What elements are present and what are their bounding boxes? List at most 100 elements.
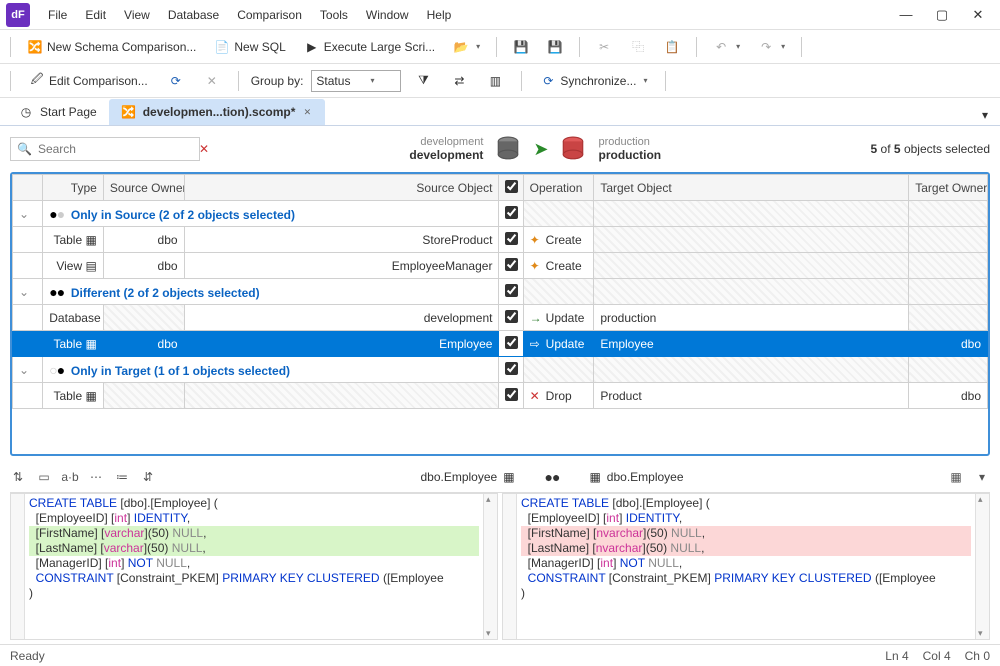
document-tabs: ◷ Start Page 🔀 developmen...tion).scomp*… (0, 98, 1000, 126)
diff-menu-icon[interactable]: ▾ (974, 469, 990, 485)
save-all-icon: 💾 (547, 39, 563, 55)
menu-tools[interactable]: Tools (312, 4, 356, 26)
diff-sort-icon[interactable]: ⇵ (140, 469, 156, 485)
tab-overflow-button[interactable]: ▾ (976, 105, 994, 125)
report-button[interactable]: ▥ (481, 70, 509, 92)
filter-button[interactable]: ⧩ (409, 70, 437, 92)
update-icon: → (530, 311, 544, 325)
group-different[interactable]: ⌄ ●● Different (2 of 2 objects selected) (13, 279, 988, 305)
group-checkbox[interactable] (505, 362, 518, 375)
paste-button[interactable]: 📋 (658, 36, 686, 58)
execute-large-script-button[interactable]: ▶ Execute Large Scri... (298, 36, 441, 58)
table-icon: ▦ (589, 470, 600, 484)
sync-icon: ⟳ (540, 73, 556, 89)
col-target-object[interactable]: Target Object (594, 175, 909, 201)
app-icon: dF (6, 3, 30, 27)
swap-button[interactable]: ⇄ (445, 70, 473, 92)
diff-nav-icon[interactable]: ⇅ (10, 469, 26, 485)
diff-option-icon[interactable]: ≔ (114, 469, 130, 485)
undo-button[interactable]: ↶ (707, 36, 746, 58)
group-checkbox[interactable] (505, 206, 518, 219)
row-checkbox[interactable] (505, 336, 518, 349)
group-by-combo[interactable]: Status (311, 70, 401, 92)
stop-icon: ✕ (204, 73, 220, 89)
table-row[interactable]: Table ▦ ✕Drop Product dbo (13, 383, 988, 409)
refresh-button[interactable]: ⟳ (162, 70, 190, 92)
diff-right-pane[interactable]: CREATE TABLE [dbo].[Employee] ( [Employe… (502, 493, 990, 640)
diff-char-icon[interactable]: ⋯ (88, 469, 104, 485)
refresh-icon: ⟳ (168, 73, 184, 89)
table-icon: ▦ (85, 337, 96, 351)
col-source-object[interactable]: Source Object (184, 175, 499, 201)
tab-start-page[interactable]: ◷ Start Page (6, 99, 109, 125)
new-sql-button[interactable]: 📄 New SQL (208, 36, 291, 58)
diff-word-icon[interactable]: a·b (62, 469, 78, 485)
menu-comparison[interactable]: Comparison (229, 4, 310, 26)
close-button[interactable]: ✕ (970, 7, 986, 23)
synchronize-button[interactable]: ⟳ Synchronize... (534, 70, 653, 92)
save-button[interactable]: 💾 (507, 36, 535, 58)
compare-tab-icon: 🔀 (121, 104, 137, 120)
group-checkbox[interactable] (505, 284, 518, 297)
tab-comparison[interactable]: 🔀 developmen...tion).scomp* ✕ (109, 99, 326, 125)
execute-large-label: Execute Large Scri... (324, 40, 435, 54)
search-box[interactable]: 🔍 ✕ (10, 137, 200, 161)
open-dropdown[interactable]: 📂 (447, 36, 486, 58)
menu-window[interactable]: Window (358, 4, 417, 26)
row-checkbox[interactable] (505, 258, 518, 271)
col-target-owner[interactable]: Target Owner (909, 175, 988, 201)
minimize-button[interactable]: — (898, 7, 914, 23)
group-only-in-target[interactable]: ⌄ ○● Only in Target (1 of 1 objects sele… (13, 357, 988, 383)
new-schema-comparison-button[interactable]: 🔀 New Schema Comparison... (21, 36, 202, 58)
col-type[interactable]: Type (43, 175, 104, 201)
tab-close-icon[interactable]: ✕ (301, 106, 313, 118)
scrollbar[interactable] (483, 494, 497, 639)
diff-left-title: dbo.Employee▦ (420, 469, 514, 485)
row-checkbox[interactable] (505, 310, 518, 323)
diff-grid-icon[interactable]: ▦ (948, 469, 964, 485)
save-all-button[interactable]: 💾 (541, 36, 569, 58)
cut-button[interactable]: ✂ (590, 36, 618, 58)
maximize-button[interactable]: ▢ (934, 7, 950, 23)
copy-button[interactable]: ⿻ (624, 36, 652, 58)
group-status-icon: ●● (49, 284, 64, 300)
swap-icon: ⇄ (451, 73, 467, 89)
menu-edit[interactable]: Edit (77, 4, 114, 26)
view-icon: ▤ (85, 259, 96, 273)
col-checkbox[interactable] (499, 175, 523, 201)
redo-button[interactable]: ↷ (752, 36, 791, 58)
table-row[interactable]: View ▤ dbo EmployeeManager ✦Create (13, 253, 988, 279)
row-checkbox[interactable] (505, 388, 518, 401)
menu-help[interactable]: Help (419, 4, 460, 26)
table-icon: ▦ (85, 233, 96, 247)
paste-icon: 📋 (664, 39, 680, 55)
table-row[interactable]: Database 🗄 development →Update productio… (13, 305, 988, 331)
diff-left-pane[interactable]: CREATE TABLE [dbo].[Employee] ( [Employe… (10, 493, 498, 640)
group-only-in-source[interactable]: ⌄ ●● Only in Source (2 of 2 objects sele… (13, 201, 988, 227)
create-icon: ✦ (530, 259, 544, 273)
filter-icon: ⧩ (415, 73, 431, 89)
scrollbar[interactable] (975, 494, 989, 639)
edit-comparison-button[interactable]: 🖉 Edit Comparison... (23, 70, 154, 92)
col-source-owner[interactable]: Source Owner (103, 175, 184, 201)
compare-icon: 🔀 (27, 39, 43, 55)
diff-right-title: ▦dbo.Employee (589, 469, 683, 485)
tab-comparison-label: developmen...tion).scomp* (143, 105, 296, 119)
arrow-icon: ➤ (533, 139, 548, 160)
stop-button[interactable]: ✕ (198, 70, 226, 92)
diff-status-icon: ●● (545, 469, 560, 485)
comparison-grid: Type Source Owner Source Object Operatio… (10, 172, 990, 456)
search-input[interactable] (38, 142, 193, 156)
table-row-selected[interactable]: Table ▦ dbo Employee ⇨Update Employee db… (13, 331, 988, 357)
menu-file[interactable]: File (40, 4, 75, 26)
diff-line-icon[interactable]: ▭ (36, 469, 52, 485)
selection-count: 5 of 5 objects selected (871, 142, 990, 156)
menu-database[interactable]: Database (160, 4, 227, 26)
table-row[interactable]: Table ▦ dbo StoreProduct ✦Create (13, 227, 988, 253)
sql-icon: 📄 (214, 39, 230, 55)
col-operation[interactable]: Operation (523, 175, 594, 201)
menubar: File Edit View Database Comparison Tools… (40, 4, 459, 26)
menu-view[interactable]: View (116, 4, 158, 26)
row-checkbox[interactable] (505, 232, 518, 245)
redo-icon: ↷ (758, 39, 774, 55)
